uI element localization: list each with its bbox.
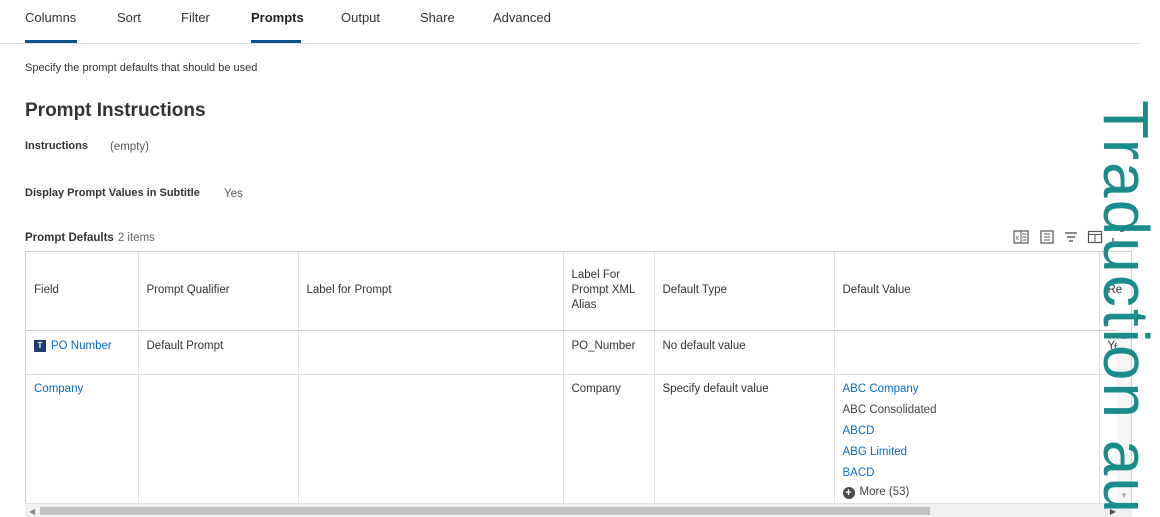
- column-header-label-for-prompt[interactable]: Label for Prompt: [298, 252, 564, 331]
- column-chooser-icon[interactable]: [1038, 228, 1056, 246]
- horizontal-scrollbar[interactable]: ◀ ▶: [25, 503, 1132, 517]
- cell-default-type: Specify default value: [654, 374, 835, 510]
- instructions-value: (empty): [110, 141, 149, 153]
- svg-text:x: x: [1016, 235, 1020, 242]
- cell-label-for-prompt: [298, 330, 564, 375]
- cell-prompt-qualifier: [138, 374, 299, 510]
- default-value-link[interactable]: ABCD: [843, 421, 1091, 442]
- cell-default-type: No default value: [654, 330, 835, 375]
- default-value-link[interactable]: BACD: [843, 463, 1091, 484]
- tab-filter[interactable]: Filter: [181, 10, 210, 25]
- tab-prompts[interactable]: Prompts: [251, 10, 304, 25]
- field-link[interactable]: Company: [34, 383, 83, 395]
- page-subtitle: Specify the prompt defaults that should …: [25, 62, 258, 74]
- cell-default-value: ABC Company ABC Consolidated ABCD ABG Li…: [834, 374, 1100, 510]
- tab-output[interactable]: Output: [341, 10, 380, 25]
- column-header-default-value[interactable]: Default Value: [834, 252, 1100, 331]
- column-header-prompt-qualifier[interactable]: Prompt Qualifier: [138, 252, 299, 331]
- cell-field: Company: [26, 374, 139, 510]
- tab-sort[interactable]: Sort: [117, 10, 141, 25]
- section-title: Prompt Instructions: [25, 100, 206, 121]
- more-values-label: More (53): [859, 485, 910, 498]
- horizontal-scroll-thumb[interactable]: [40, 507, 930, 515]
- grid-title: Prompt Defaults 2 items: [25, 232, 155, 244]
- field-link[interactable]: PO Number: [51, 340, 112, 352]
- export-excel-icon[interactable]: x: [1012, 228, 1030, 246]
- cell-label-for-prompt: [298, 374, 564, 510]
- cell-field: T PO Number: [26, 330, 139, 375]
- prompt-defaults-table: Field Prompt Qualifier Label for Prompt …: [26, 252, 1131, 510]
- default-value-link[interactable]: ABC Company: [843, 379, 1091, 400]
- cell-xml-alias: Company: [563, 374, 655, 510]
- text-type-icon: T: [34, 339, 46, 352]
- table-row: T PO Number Default Prompt PO_Number No d…: [26, 330, 1131, 375]
- tab-prompts-underline: [251, 40, 301, 43]
- grid-title-text: Prompt Defaults: [25, 232, 114, 244]
- cell-default-value: [834, 330, 1100, 375]
- grid-count: 2 items: [117, 232, 155, 244]
- tab-share[interactable]: Share: [420, 10, 455, 25]
- instructions-label: Instructions: [25, 140, 88, 152]
- more-values-button[interactable]: + More (53): [842, 484, 1091, 500]
- default-value-link[interactable]: ABG Limited: [843, 442, 1091, 463]
- filter-icon[interactable]: [1062, 228, 1080, 246]
- cell-prompt-qualifier: Default Prompt: [138, 330, 299, 375]
- tab-columns[interactable]: Columns: [25, 10, 76, 25]
- display-prompt-label: Display Prompt Values in Subtitle: [25, 187, 200, 199]
- tab-bar: Columns Sort Filter Prompts Output Share…: [0, 0, 1140, 44]
- table-header-row: Field Prompt Qualifier Label for Prompt …: [26, 252, 1131, 331]
- display-prompt-value: Yes: [224, 188, 243, 200]
- tab-columns-underline: [25, 40, 77, 43]
- plus-circle-icon: +: [842, 486, 855, 499]
- prompt-defaults-grid: Field Prompt Qualifier Label for Prompt …: [25, 251, 1132, 517]
- tab-advanced[interactable]: Advanced: [493, 10, 551, 25]
- scroll-left-icon[interactable]: ◀: [29, 507, 35, 516]
- column-header-default-type[interactable]: Default Type: [654, 252, 835, 331]
- cell-xml-alias: PO_Number: [563, 330, 655, 375]
- default-value-text: ABC Consolidated: [842, 403, 937, 416]
- side-watermark: Traduction au: [1090, 100, 1160, 515]
- column-header-xml-alias[interactable]: Label For Prompt XML Alias: [563, 252, 655, 331]
- column-header-field[interactable]: Field: [26, 252, 139, 331]
- table-row: Company Company Specify default value AB…: [26, 374, 1131, 510]
